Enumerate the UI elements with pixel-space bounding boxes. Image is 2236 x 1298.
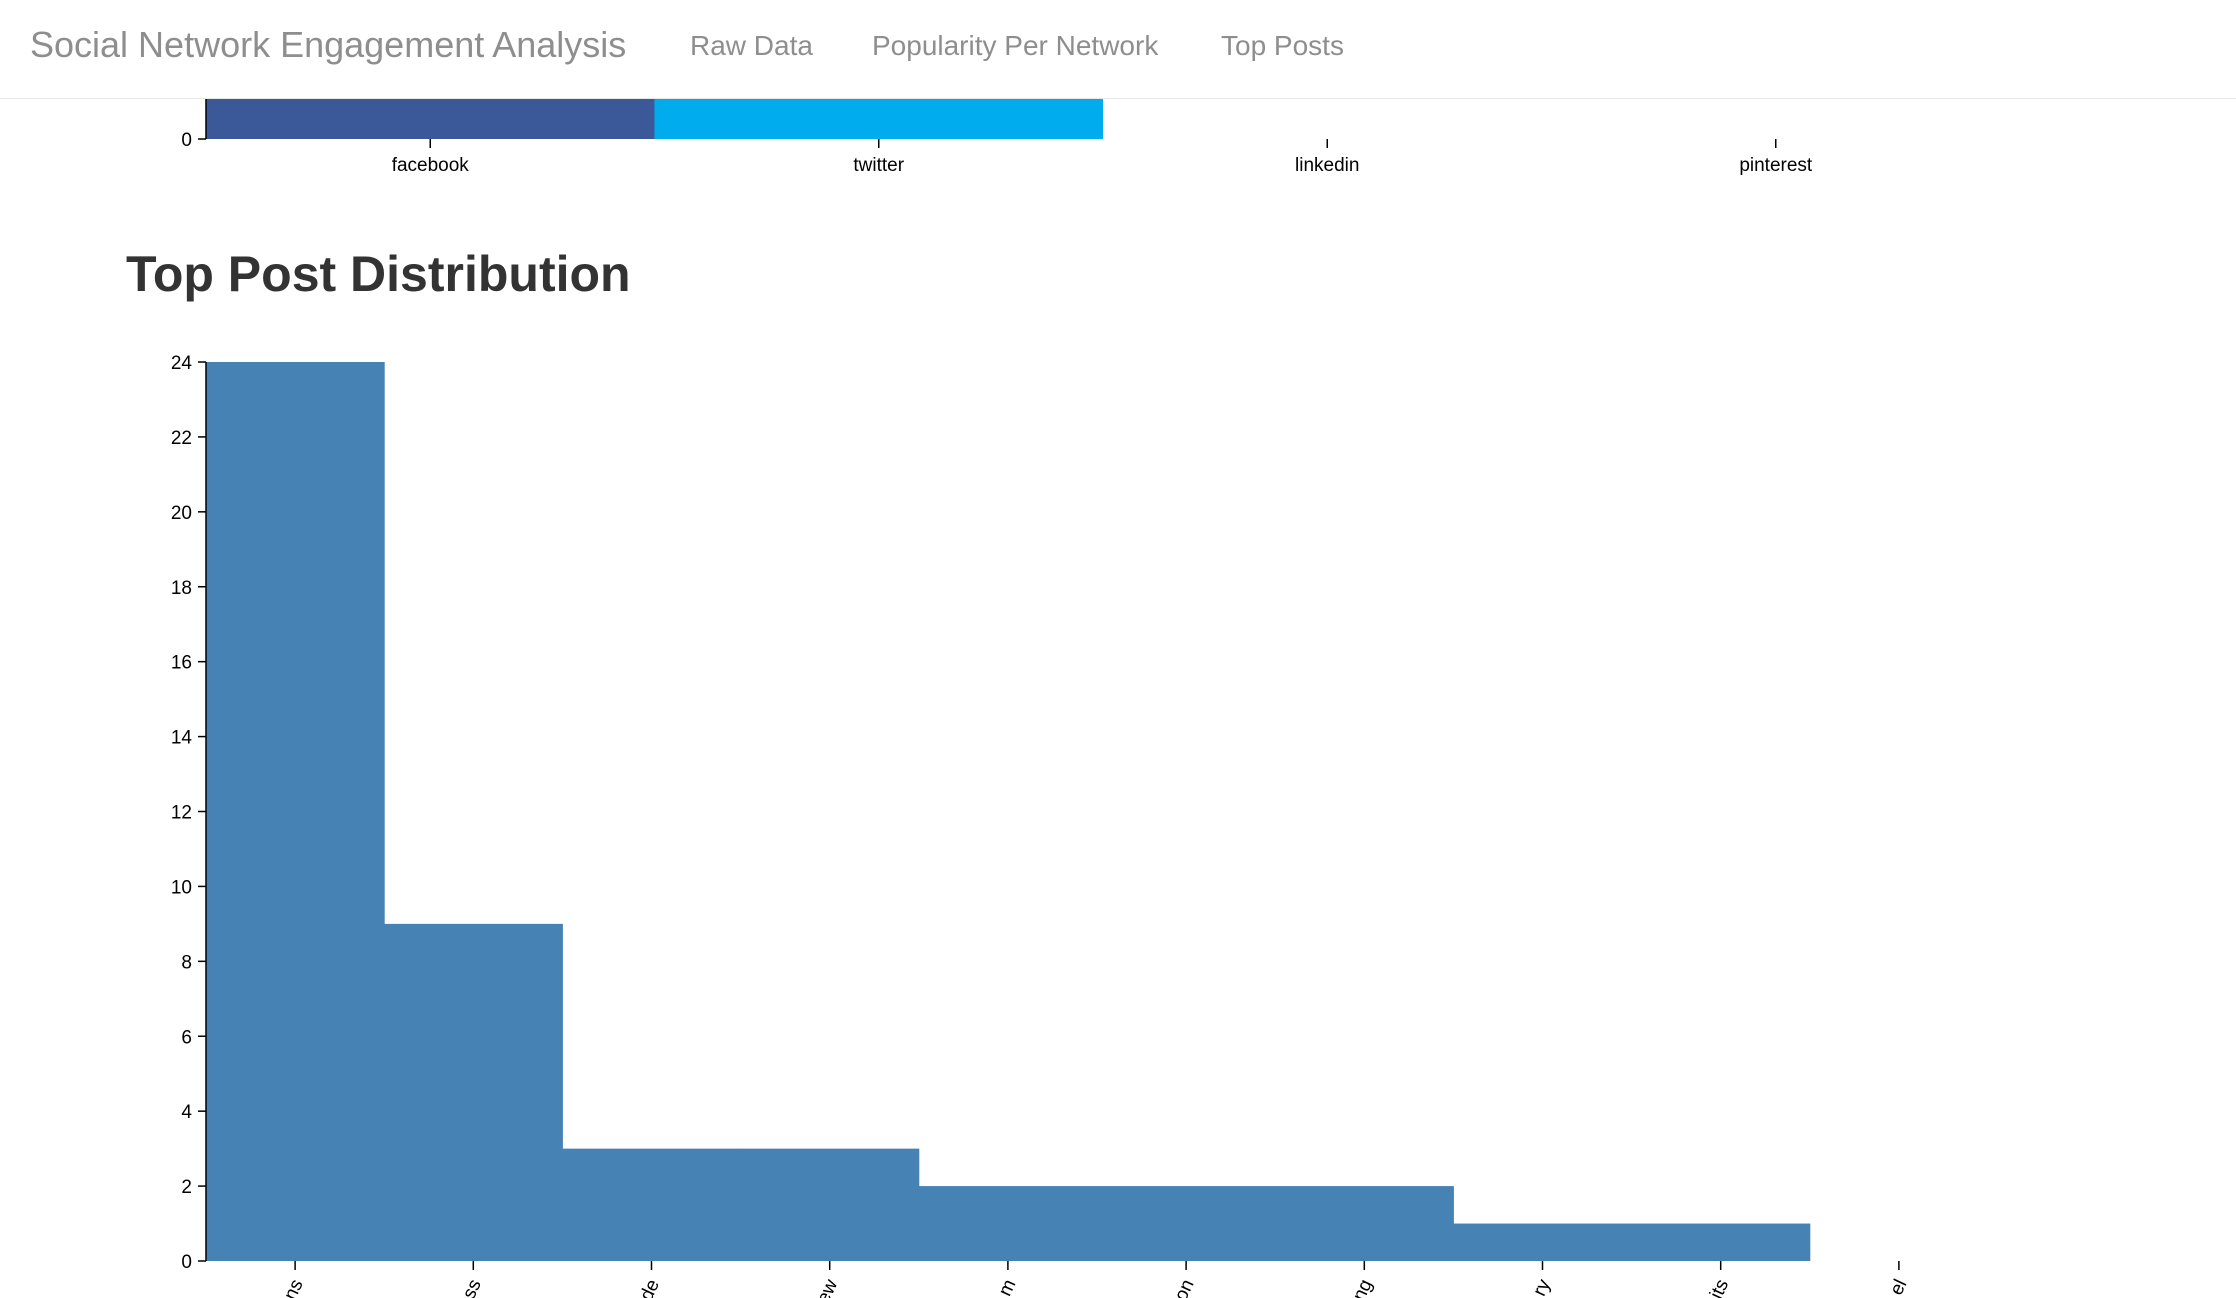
top-post-bar-6: [1275, 1186, 1454, 1261]
top-post-y-tick-label-20: 20: [171, 503, 192, 524]
top-post-bar-8: [1631, 1223, 1811, 1261]
top-post-x-label-4: m: [995, 1276, 1021, 1298]
navbar: Social Network Engagement Analysis Raw D…: [0, 0, 2236, 99]
top-post-y-tick-label-0: 0: [181, 1252, 192, 1273]
top-post-x-label-1: ss: [459, 1276, 486, 1298]
network-x-label-pinterest: pinterest: [1739, 155, 1813, 176]
top-post-y-tick-label-14: 14: [171, 728, 193, 749]
top-post-x-label-2: de: [636, 1276, 664, 1298]
top-post-y-tick-label-12: 12: [171, 803, 192, 824]
top-post-x-label-6: ng: [1349, 1276, 1377, 1298]
top-post-x-label-5: on: [1171, 1276, 1199, 1298]
top-post-x-label-9: el: [1886, 1276, 1911, 1298]
nav-link-raw-data[interactable]: Raw Data: [690, 30, 813, 62]
network-bar-facebook: [206, 99, 655, 139]
network-x-label-facebook: facebook: [392, 155, 470, 176]
top-post-bar-1: [384, 923, 563, 1261]
top-post-y-tick-label-22: 22: [171, 428, 192, 449]
network-y-tick-label-0: 0: [181, 130, 192, 151]
top-post-y-tick-label-10: 10: [171, 877, 192, 898]
network-x-label-twitter: twitter: [853, 155, 904, 176]
top-post-bar-2: [562, 1148, 742, 1261]
top-post-bar-5: [1097, 1186, 1276, 1261]
top-post-x-label-0: ns: [280, 1276, 308, 1298]
network-bar-twitter: [654, 99, 1103, 139]
top-post-x-label-3: ew: [813, 1276, 842, 1298]
top-post-distribution-title: Top Post Distribution: [126, 246, 631, 302]
top-post-y-tick-label-24: 24: [171, 353, 193, 374]
nav-link-top-posts[interactable]: Top Posts: [1221, 30, 1344, 62]
top-post-bar-7: [1453, 1223, 1633, 1261]
top-post-x-label-8: its: [1706, 1276, 1733, 1298]
top-post-bar-3: [740, 1148, 920, 1261]
nav-link-popularity-per-network[interactable]: Popularity Per Network: [872, 30, 1158, 62]
top-post-y-tick-label-4: 4: [181, 1102, 192, 1123]
top-post-y-tick-label-2: 2: [181, 1177, 192, 1198]
top-post-distribution-chart: 024681012141618202224ns ss de ew m on ng ry its e…: [171, 353, 1912, 1298]
top-post-y-tick-label-16: 16: [171, 653, 192, 674]
top-post-bar-0: [206, 362, 385, 1261]
top-post-x-label-7: ry: [1529, 1276, 1555, 1298]
top-post-y-tick-label-8: 8: [181, 952, 192, 973]
top-post-y-tick-label-18: 18: [171, 578, 192, 599]
top-post-bar-4: [918, 1186, 1098, 1261]
network-x-label-linkedin: linkedin: [1295, 155, 1359, 176]
brand-link[interactable]: Social Network Engagement Analysis: [30, 24, 626, 66]
top-post-y-tick-label-6: 6: [181, 1027, 192, 1048]
